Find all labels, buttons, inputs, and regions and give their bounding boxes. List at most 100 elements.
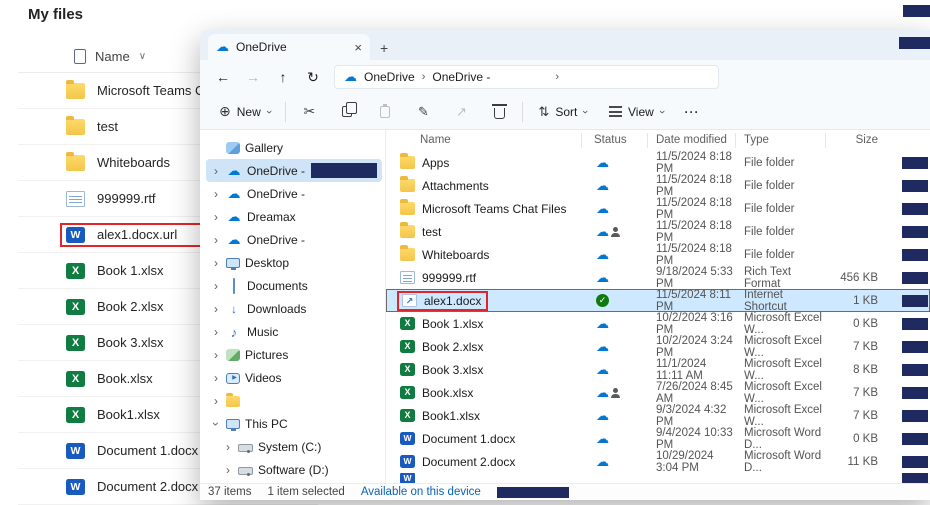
file-explorer-window: OneDrive × + OneDrive › OneDrive - › New… — [200, 30, 930, 500]
table-row[interactable]: Book.xlsx7/26/2024 8:45 AMMicrosoft Exce… — [386, 381, 930, 404]
redaction-box — [902, 180, 928, 192]
file-size: 0 KB — [826, 318, 886, 330]
breadcrumb-separator-icon[interactable]: › — [555, 71, 559, 83]
table-row[interactable]: test11/5/2024 8:18 PMFile folder — [386, 220, 930, 243]
chevron-right-icon[interactable]: › — [211, 279, 221, 293]
chevron-right-icon[interactable]: › — [211, 302, 221, 316]
sidebar-item-this-pc[interactable]: ›This PC — [206, 412, 382, 435]
sidebar-item-software-d[interactable]: › Software (D:) — [218, 458, 382, 481]
table-row[interactable]: Attachments11/5/2024 8:18 PMFile folder — [386, 174, 930, 197]
folder-icon — [400, 202, 415, 215]
chevron-right-icon[interactable]: › — [211, 325, 221, 339]
selection-count: 1 item selected — [267, 486, 344, 498]
cloud-status-icon — [596, 339, 609, 355]
sidebar-item-dreamax[interactable]: ›Dreamax — [206, 205, 382, 228]
tab-close-icon[interactable]: × — [354, 40, 362, 55]
forward-button[interactable] — [240, 65, 266, 89]
paste-button[interactable] — [370, 99, 400, 125]
sidebar-item-onedrive-selected[interactable]: ›OneDrive - — [206, 159, 382, 182]
table-row[interactable]: Document 1.docx9/4/2024 10:33 PMMicrosof… — [386, 427, 930, 450]
cut-button[interactable] — [294, 99, 324, 125]
file-name: Document 1.docx — [97, 443, 198, 458]
see-more-button[interactable]: ··· — [678, 105, 705, 119]
cloud-status-icon — [596, 224, 609, 240]
sidebar-item-onedrive[interactable]: ›OneDrive - — [206, 182, 382, 205]
table-row[interactable]: Book 3.xlsx11/1/2024 11:11 AMMicrosoft E… — [386, 358, 930, 381]
chevron-right-icon[interactable]: › — [211, 233, 221, 247]
red-highlight-box: alex1.docx — [397, 291, 488, 311]
chevron-right-icon[interactable]: › — [211, 394, 221, 408]
sidebar-item-folder[interactable]: › — [206, 389, 382, 412]
table-row-selected[interactable]: alex1.docx 11/5/2024 8:11 PMInternet Shor… — [386, 289, 930, 312]
excel-file-icon — [400, 386, 415, 399]
up-button[interactable] — [270, 65, 296, 89]
table-row[interactable]: Book 2.xlsx10/2/2024 3:24 PMMicrosoft Ex… — [386, 335, 930, 358]
redaction-box — [902, 249, 928, 261]
breadcrumb-second[interactable]: OneDrive - — [432, 70, 490, 84]
new-tab-button[interactable]: + — [380, 40, 388, 56]
table-row-partial[interactable] — [386, 473, 930, 483]
title-bar[interactable]: OneDrive × + — [200, 30, 930, 60]
onedrive-cloud-icon — [226, 233, 242, 247]
file-size: 0 KB — [826, 433, 886, 445]
column-status[interactable]: Status — [582, 133, 648, 148]
table-row[interactable]: Book 1.xlsx10/2/2024 3:16 PMMicrosoft Ex… — [386, 312, 930, 335]
rename-button[interactable] — [408, 99, 438, 125]
delete-button[interactable] — [484, 99, 514, 125]
file-list: Name Status Date modified Type Size Apps… — [386, 130, 930, 483]
sidebar-item-documents[interactable]: ›Documents — [206, 274, 382, 297]
sidebar-item-gallery[interactable]: Gallery — [206, 136, 382, 159]
table-row[interactable]: Document 2.docx10/29/2024 3:04 PMMicroso… — [386, 450, 930, 473]
cloud-status-icon — [596, 362, 609, 378]
date-modified: 11/5/2024 8:11 PM — [648, 289, 736, 313]
chevron-right-icon[interactable]: › — [211, 371, 221, 385]
table-row[interactable]: 999999.rtf9/18/2024 5:33 PMRich Text For… — [386, 266, 930, 289]
sidebar-item-music[interactable]: ›Music — [206, 320, 382, 343]
sidebar-item-downloads[interactable]: ›Downloads — [206, 297, 382, 320]
chevron-right-icon[interactable]: › — [211, 256, 221, 270]
chevron-right-icon[interactable]: › — [223, 463, 233, 477]
new-plus-icon — [219, 103, 231, 120]
file-type: Internet Shortcut — [736, 289, 826, 313]
onedrive-cloud-icon — [216, 39, 229, 55]
sidebar-item-pictures[interactable]: ›Pictures — [206, 343, 382, 366]
sidebar-item-videos[interactable]: ›Videos — [206, 366, 382, 389]
folder-icon — [66, 155, 85, 171]
sidebar-item-desktop[interactable]: ›Desktop — [206, 251, 382, 274]
table-row[interactable]: Whiteboards11/5/2024 8:18 PMFile folder — [386, 243, 930, 266]
sort-chevron-icon[interactable]: ∨ — [139, 51, 146, 62]
shared-person-icon — [611, 227, 620, 237]
sidebar-item-system-c[interactable]: ›System (C:) — [218, 435, 382, 458]
sort-button[interactable]: Sort › — [531, 100, 594, 124]
column-date-modified[interactable]: Date modified — [648, 133, 736, 148]
refresh-button[interactable] — [300, 65, 326, 89]
back-button[interactable] — [210, 65, 236, 89]
breadcrumb-root[interactable]: OneDrive — [364, 70, 415, 84]
chevron-right-icon[interactable]: › — [211, 348, 221, 362]
sidebar-item-label: Software (D:) — [258, 463, 329, 477]
share-button[interactable] — [446, 99, 476, 125]
column-type[interactable]: Type — [736, 133, 826, 148]
chevron-right-icon[interactable]: › — [211, 187, 221, 201]
table-row[interactable]: Book1.xlsx9/3/2024 4:32 PMMicrosoft Exce… — [386, 404, 930, 427]
sidebar-item-onedrive[interactable]: ›OneDrive - — [206, 228, 382, 251]
new-button[interactable]: New › — [212, 99, 277, 124]
file-type: File folder — [736, 157, 826, 169]
chevron-down-icon[interactable]: › — [209, 419, 223, 429]
navigation-pane: Gallery ›OneDrive - ›OneDrive - ›Dreamax… — [200, 130, 386, 483]
copy-button[interactable] — [332, 99, 362, 125]
table-row[interactable]: Microsoft Teams Chat Files11/5/2024 8:18… — [386, 197, 930, 220]
chevron-right-icon[interactable]: › — [223, 440, 233, 454]
share-icon — [456, 104, 467, 120]
excel-file-icon — [66, 371, 85, 387]
explorer-tab[interactable]: OneDrive × — [208, 34, 370, 60]
column-name[interactable]: Name — [386, 133, 582, 148]
chevron-right-icon[interactable]: › — [211, 164, 221, 178]
file-size: 7 KB — [826, 387, 886, 399]
view-button[interactable]: View › — [602, 101, 670, 123]
column-size[interactable]: Size — [826, 133, 886, 148]
cloud-status-icon — [596, 454, 609, 470]
chevron-right-icon[interactable]: › — [211, 210, 221, 224]
table-row[interactable]: Apps11/5/2024 8:18 PMFile folder — [386, 151, 930, 174]
address-bar[interactable]: OneDrive › OneDrive - › — [334, 65, 719, 89]
